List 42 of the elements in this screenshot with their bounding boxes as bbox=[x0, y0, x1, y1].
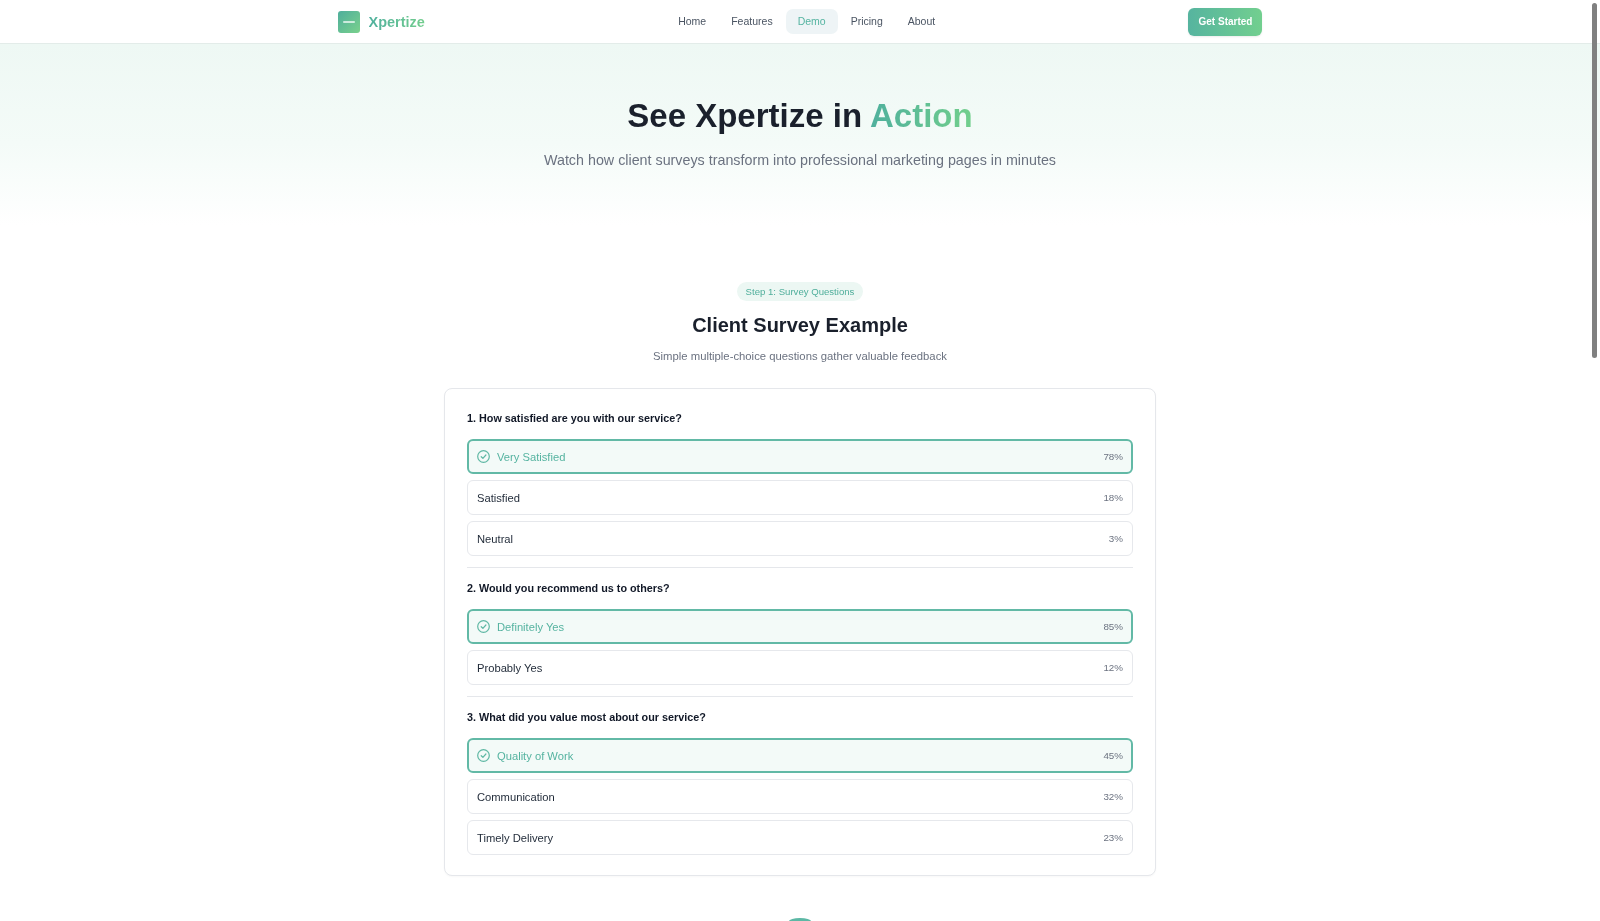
answer-option[interactable]: Timely Delivery 23% bbox=[467, 820, 1133, 855]
check-circle-icon bbox=[477, 620, 490, 633]
option-percentage: 45% bbox=[1103, 750, 1123, 761]
option-percentage: 23% bbox=[1103, 832, 1123, 843]
option-label: Timely Delivery bbox=[477, 831, 555, 844]
check-circle-icon bbox=[477, 749, 490, 762]
option-label: Satisfied bbox=[477, 491, 521, 504]
answer-option[interactable]: Satisfied 18% bbox=[467, 480, 1133, 515]
section-subtitle: Simple multiple-choice questions gather valuable feedback bbox=[653, 349, 947, 364]
answer-option[interactable]: Quality of Work 45% bbox=[467, 738, 1133, 773]
option-label: Communication bbox=[477, 790, 556, 803]
option-percentage: 32% bbox=[1103, 791, 1123, 802]
option-label: Probably Yes bbox=[477, 661, 544, 674]
answer-option[interactable]: Very Satisfied 78% bbox=[467, 439, 1133, 474]
scrollbar-thumb[interactable] bbox=[1592, 3, 1597, 358]
question-text: 3. What did you value most about our service? bbox=[467, 710, 706, 725]
option-label: Very Satisfied bbox=[497, 450, 567, 463]
step-badge: Step 1: Survey Questions bbox=[736, 282, 864, 301]
nav-link[interactable]: Pricing bbox=[838, 9, 895, 34]
question-text: 1. How satisfied are you with our service? bbox=[467, 411, 682, 426]
nav-link[interactable]: Features bbox=[719, 9, 785, 34]
option-percentage: 78% bbox=[1103, 451, 1123, 462]
nav-link[interactable]: Home bbox=[666, 9, 719, 34]
option-label: Definitely Yes bbox=[497, 620, 566, 633]
answer-option[interactable]: Neutral 3% bbox=[467, 521, 1133, 556]
step-marker-icon bbox=[789, 918, 811, 921]
option-label: Neutral bbox=[477, 532, 515, 545]
hero-title: See Xpertize in Action bbox=[627, 96, 973, 136]
answer-option[interactable]: Definitely Yes 85% bbox=[467, 609, 1133, 644]
check-circle-icon bbox=[477, 450, 490, 463]
hero-subtitle: Watch how client surveys transform into professional marketing pages in minutes bbox=[544, 151, 1056, 170]
answer-option[interactable]: Communication 32% bbox=[467, 779, 1133, 814]
option-percentage: 18% bbox=[1103, 492, 1123, 503]
option-percentage: 3% bbox=[1108, 533, 1123, 544]
answer-option[interactable]: Probably Yes 12% bbox=[467, 650, 1133, 685]
option-percentage: 12% bbox=[1103, 662, 1123, 673]
nav-link[interactable]: About bbox=[895, 9, 948, 34]
option-label: Quality of Work bbox=[497, 749, 575, 762]
section-title: Client Survey Example bbox=[692, 313, 908, 338]
option-percentage: 85% bbox=[1103, 621, 1123, 632]
logo-icon bbox=[337, 10, 360, 33]
question-text: 2. Would you recommend us to others? bbox=[467, 581, 670, 596]
